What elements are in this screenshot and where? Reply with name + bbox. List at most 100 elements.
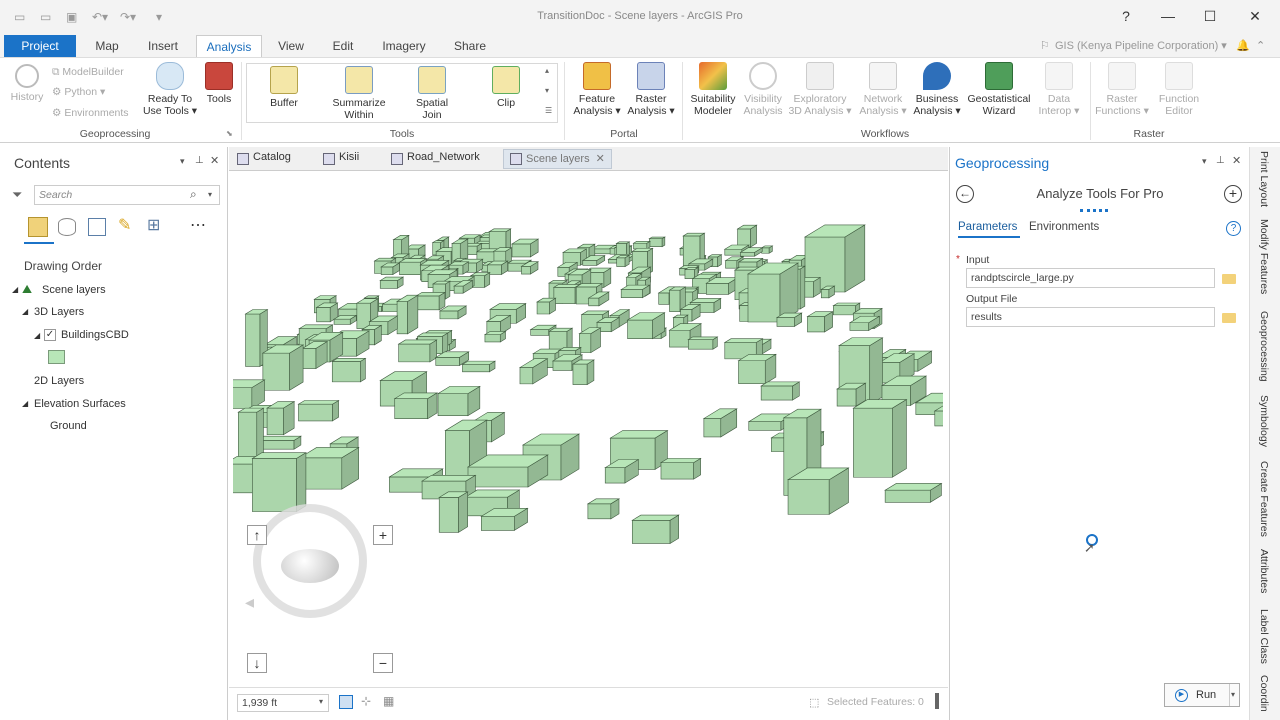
history-button[interactable]: History	[8, 64, 46, 103]
side-tab-modify-features[interactable]: Modify Features	[1258, 219, 1270, 294]
tab-environments[interactable]: Environments	[1029, 221, 1099, 233]
list-by-selection-icon[interactable]	[88, 218, 106, 236]
environments-button[interactable]: ⚙ Environments	[52, 107, 129, 119]
raster-functions-button[interactable]: Raster Functions ▾	[1094, 62, 1150, 117]
tree-item-buildingscbd[interactable]: BuildingsCBD	[61, 329, 129, 341]
view-tab-scene-layers[interactable]: Scene layers ✕	[503, 149, 612, 169]
pane-options-icon[interactable]: ▾	[1202, 156, 1207, 167]
pane-options-icon[interactable]: ▾	[180, 156, 185, 167]
tab-map[interactable]: Map	[84, 35, 130, 57]
collapse-icon[interactable]: ◢	[22, 399, 28, 408]
side-tab-coordinate[interactable]: Coordin	[1258, 675, 1270, 712]
raster-analysis-button[interactable]: Raster Analysis ▾	[626, 62, 676, 117]
side-tab-attributes[interactable]: Attributes	[1258, 549, 1270, 593]
browse-folder-icon[interactable]	[1222, 274, 1236, 284]
zoom-out-button[interactable]: −	[373, 653, 393, 673]
tree-item-elevation-surfaces[interactable]: Elevation Surfaces	[34, 398, 126, 410]
grid-view-icon[interactable]	[339, 695, 353, 709]
side-tab-label-class[interactable]: Label Class	[1258, 609, 1270, 664]
navigation-mode-icon[interactable]: ⊹	[361, 694, 371, 708]
help-button[interactable]: ?	[1116, 6, 1136, 26]
tools-button[interactable]: Tools	[202, 62, 236, 105]
more-options-icon[interactable]: ⋯	[190, 215, 206, 235]
list-by-drawing-order-icon[interactable]	[28, 217, 48, 237]
run-dropdown-icon[interactable]: ▾	[1231, 690, 1235, 699]
collapse-ribbon-icon[interactable]: ⌃	[1256, 39, 1265, 52]
collapse-icon[interactable]: ◢	[34, 331, 40, 340]
pin-icon[interactable]: ⊥	[195, 155, 204, 166]
scale-input[interactable]: 1,939 ft	[237, 694, 329, 712]
tab-analysis[interactable]: Analysis	[196, 35, 262, 57]
list-by-data-source-icon[interactable]	[58, 218, 76, 236]
pin-icon[interactable]: ⊥	[1216, 155, 1225, 166]
group-launcher-icon[interactable]: ⬊	[226, 129, 233, 138]
data-interop-button[interactable]: Data Interop ▾	[1034, 62, 1084, 117]
search-dropdown-icon[interactable]: ▾	[208, 190, 212, 199]
search-icon[interactable]: ⌕	[190, 187, 197, 202]
gallery-expand-icon[interactable]: ☰	[545, 106, 552, 115]
tree-item-3d-layers[interactable]: 3D Layers	[34, 306, 84, 318]
layer-symbol-swatch[interactable]	[48, 350, 65, 364]
list-by-snapping-icon[interactable]: ⊞	[147, 215, 160, 235]
tab-edit[interactable]: Edit	[322, 35, 364, 57]
add-tool-button[interactable]: +	[1224, 185, 1242, 203]
tab-view[interactable]: View	[270, 35, 312, 57]
view-tab-catalog[interactable]: Catalog	[237, 151, 291, 169]
modelbuilder-button[interactable]: ⧉ ModelBuilder	[52, 66, 124, 79]
tab-parameters[interactable]: Parameters	[958, 221, 1017, 233]
summarize-within-button[interactable]: Summarize Within	[329, 66, 389, 121]
browse-folder-icon[interactable]	[1222, 313, 1236, 323]
filter-icon[interactable]: ⏷	[12, 187, 22, 203]
visibility-analysis-button[interactable]: Visibility Analysis	[740, 62, 786, 117]
side-tab-create-features[interactable]: Create Features	[1258, 461, 1270, 537]
function-editor-button[interactable]: Function Editor	[1152, 62, 1206, 117]
pause-drawing-icon[interactable]	[935, 693, 939, 709]
buffer-button[interactable]: Buffer	[263, 66, 305, 109]
close-button[interactable]: ✕	[1245, 6, 1265, 26]
clip-button[interactable]: Clip	[485, 66, 527, 109]
gallery-up-icon[interactable]: ▴	[545, 66, 549, 75]
notifications-icon[interactable]: 🔔	[1236, 39, 1250, 52]
tab-insert[interactable]: Insert	[138, 35, 188, 57]
tree-item-scene-layers[interactable]: Scene layers	[42, 284, 106, 296]
tab-share[interactable]: Share	[446, 35, 494, 57]
close-tab-icon[interactable]: ✕	[596, 153, 605, 165]
collapse-icon[interactable]: ◢	[12, 285, 18, 294]
ready-to-use-tools-button[interactable]: Ready To Use Tools ▾	[142, 62, 198, 117]
suitability-modeler-button[interactable]: Suitability Modeler	[686, 62, 740, 117]
output-file-field[interactable]: results	[966, 307, 1215, 327]
view-tab-road-network[interactable]: Road_Network	[391, 151, 480, 169]
spatial-join-button[interactable]: Spatial Join	[407, 66, 457, 121]
zoom-in-button[interactable]: +	[373, 525, 393, 545]
view-tab-kisii[interactable]: Kisii	[323, 151, 359, 169]
account-icon[interactable]: ⚐	[1040, 39, 1050, 52]
selected-features-count[interactable]: Selected Features: 0	[827, 696, 924, 708]
tree-item-ground[interactable]: Ground	[50, 420, 87, 432]
tree-item-2d-layers[interactable]: 2D Layers	[34, 375, 84, 387]
navigator-globe-icon[interactable]	[281, 549, 339, 583]
feature-analysis-button[interactable]: Feature Analysis ▾	[570, 62, 624, 117]
list-by-editing-icon[interactable]: ✎	[118, 215, 131, 235]
business-analysis-button[interactable]: Business Analysis ▾	[910, 62, 964, 117]
exploratory-3d-button[interactable]: Exploratory 3D Analysis ▾	[788, 62, 852, 117]
layer-visibility-checkbox[interactable]: ✓	[44, 329, 56, 341]
network-analysis-button[interactable]: Network Analysis ▾	[856, 62, 910, 117]
scale-dropdown-icon[interactable]: ▾	[319, 697, 323, 706]
tilt-up-button[interactable]: ↑	[247, 525, 267, 545]
help-icon[interactable]: ?	[1226, 221, 1241, 236]
table-view-icon[interactable]: ▦	[383, 694, 394, 708]
minimize-button[interactable]: —	[1158, 6, 1178, 26]
close-pane-icon[interactable]: ✕	[1232, 154, 1241, 167]
side-tab-geoprocessing[interactable]: Geoprocessing	[1258, 311, 1270, 382]
navigator-arrow-icon[interactable]: ◂	[245, 592, 254, 613]
run-button[interactable]: ▶ Run ▾	[1164, 683, 1240, 707]
gallery-down-icon[interactable]: ▾	[545, 86, 549, 95]
tilt-down-button[interactable]: ↓	[247, 653, 267, 673]
maximize-button[interactable]: ☐	[1200, 6, 1220, 26]
tab-project[interactable]: Project	[4, 35, 76, 57]
side-tab-print-layout[interactable]: Print Layout	[1258, 151, 1270, 207]
input-field[interactable]: randptscircle_large.py	[966, 268, 1215, 288]
side-tab-symbology[interactable]: Symbology	[1258, 395, 1270, 447]
close-pane-icon[interactable]: ✕	[210, 154, 219, 167]
scene-map-canvas[interactable]: ◂ ↑ + ↓ −	[233, 172, 943, 686]
